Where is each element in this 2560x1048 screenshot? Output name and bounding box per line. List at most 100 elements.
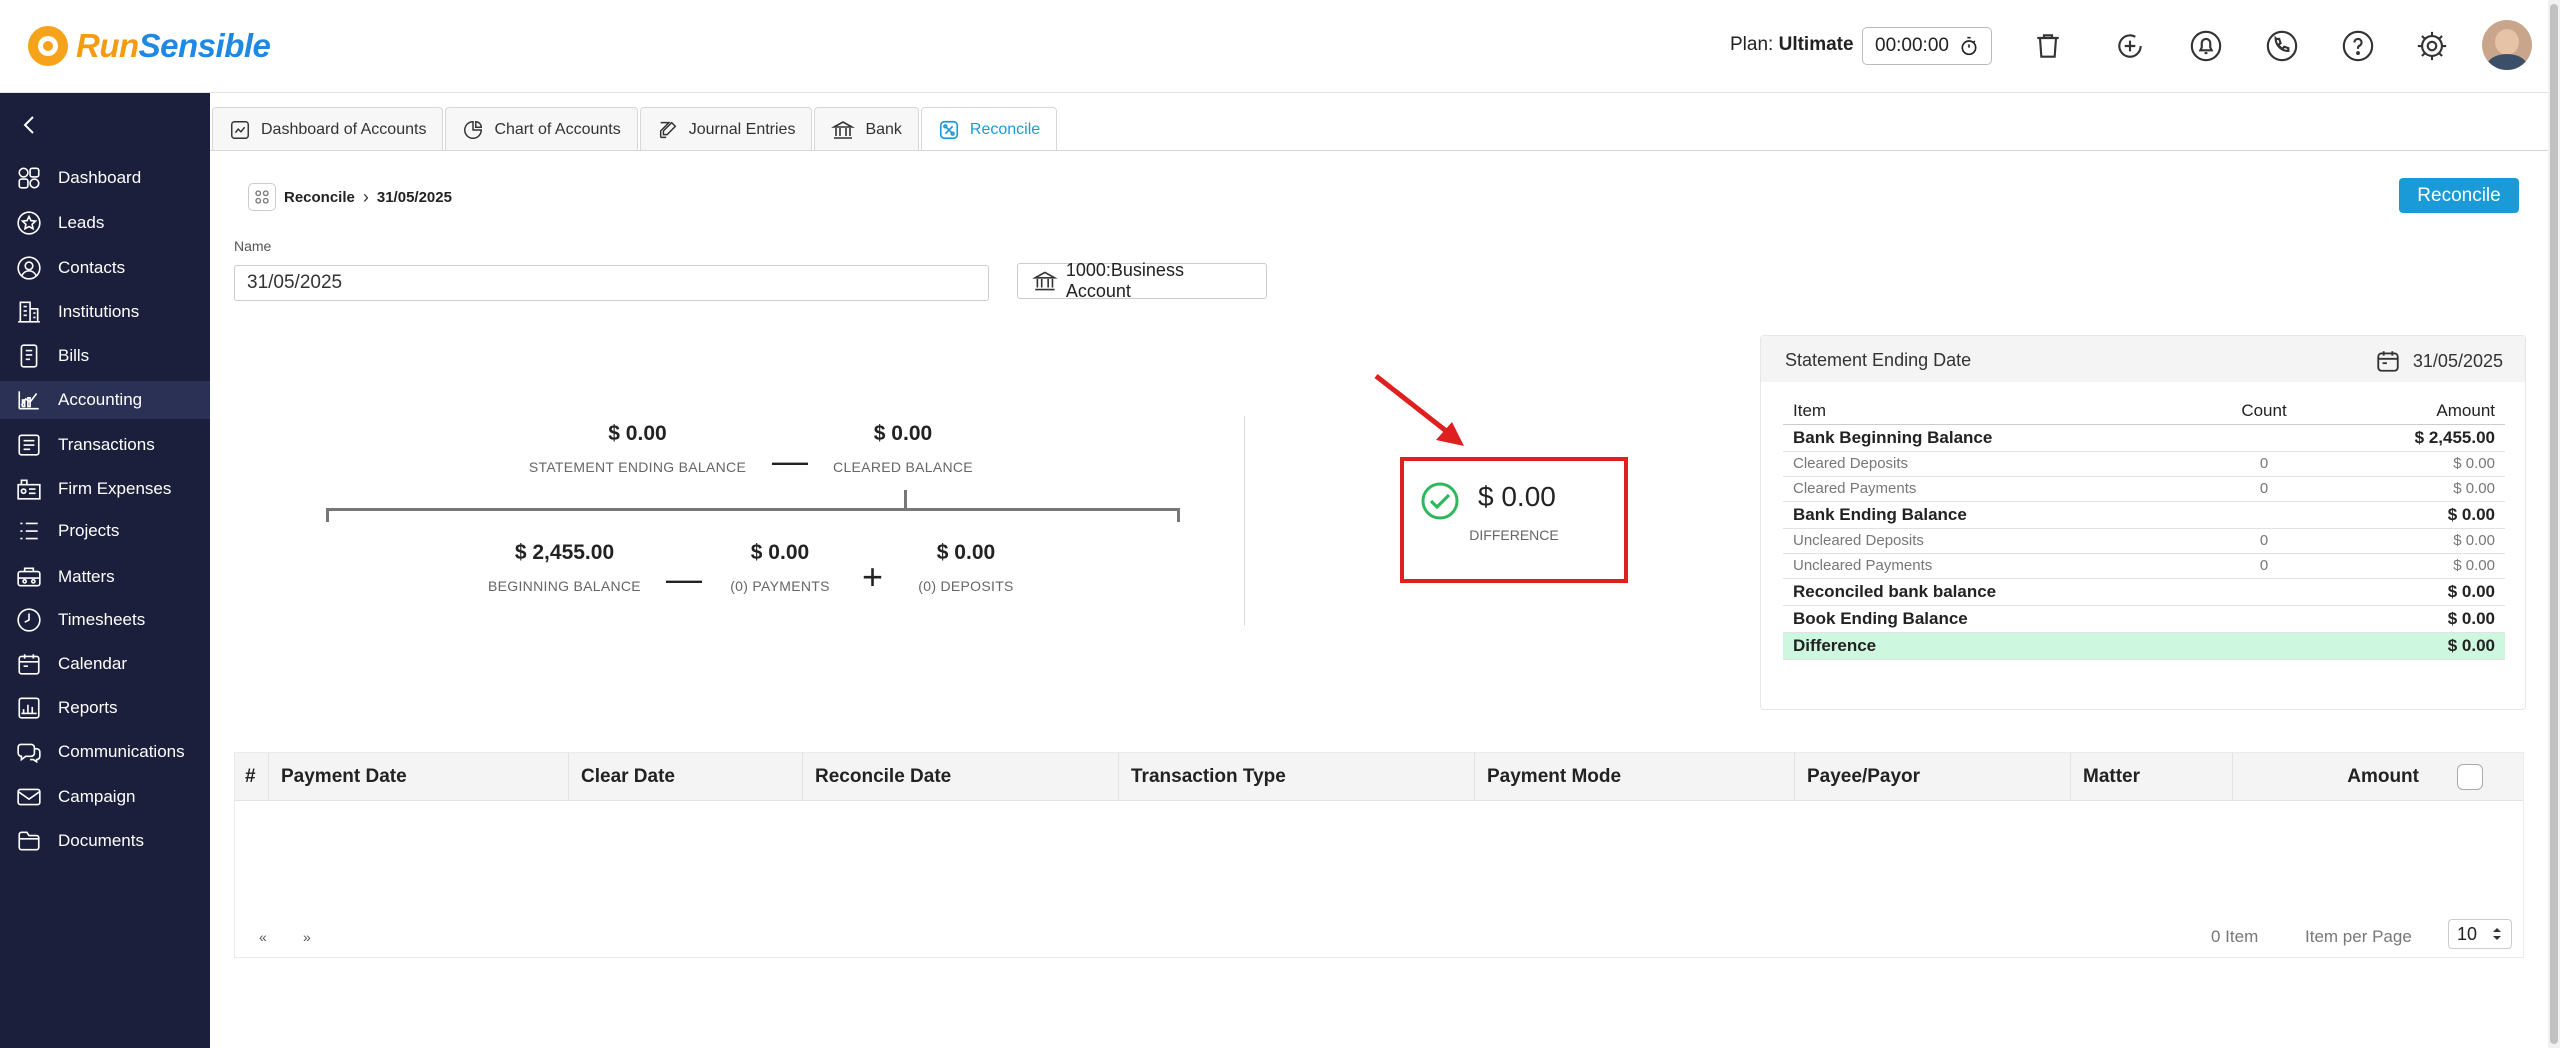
statement-row: Cleared Deposits 0 $ 0.00 (1783, 451, 2505, 477)
sidebar-item-label: Bills (58, 346, 90, 365)
items-per-page-label: Item per Page (2305, 927, 2412, 946)
col-clear-date[interactable]: Clear Date (569, 753, 803, 801)
statement-amount: $ 0.00 (2325, 605, 2505, 633)
select-all-checkbox[interactable] (2457, 764, 2483, 790)
tab-chart-of-accounts[interactable]: Chart of Accounts (445, 107, 638, 151)
star-icon (0, 204, 58, 242)
col-amount: Amount (2325, 398, 2505, 425)
stopwatch-icon (1961, 36, 1977, 56)
payments-label: (0) PAYMENTS (730, 578, 830, 594)
communications-icon (0, 733, 58, 771)
statement-amount: $ 0.00 (2325, 578, 2505, 606)
mail-icon (0, 778, 58, 816)
tab-label: Reconcile (969, 120, 1041, 138)
collapse-sidebar-icon[interactable] (18, 113, 42, 137)
statement-amount: $ 0.00 (2325, 553, 2505, 579)
sidebar-item-reports[interactable]: Reports (0, 689, 210, 727)
sidebar-item-leads[interactable]: Leads (0, 204, 210, 242)
statement-count (2203, 578, 2325, 606)
page-scrollbar-thumb[interactable] (2550, 4, 2558, 1044)
reconcile-button[interactable]: Reconcile (2399, 178, 2519, 213)
sidebar-item-timesheets[interactable]: Timesheets (0, 601, 210, 639)
minus-operator: — (772, 440, 808, 481)
tab-dashboard-of-accounts[interactable]: Dashboard of Accounts (212, 107, 444, 151)
statement-count (2203, 424, 2325, 452)
statement-panel: Statement Ending Date 31/05/2025 Item Co… (1760, 335, 2526, 710)
col-matter[interactable]: Matter (2071, 753, 2233, 801)
statement-item: Difference (1783, 632, 2203, 660)
col-payment-date[interactable]: Payment Date (269, 753, 569, 801)
statement-item: Bank Ending Balance (1783, 501, 2203, 529)
sidebar-item-communications[interactable]: Communications (0, 733, 210, 771)
transactions-table-header: # Payment Date Clear Date Reconcile Date… (235, 753, 2523, 801)
tab-journal-entries[interactable]: Journal Entries (639, 107, 813, 151)
tab-reconcile[interactable]: Reconcile (920, 107, 1058, 151)
sidebar-item-label: Communications (58, 742, 185, 761)
check-circle-icon (1421, 482, 1459, 520)
chart-line-icon (231, 120, 249, 139)
statement-row: Uncleared Payments 0 $ 0.00 (1783, 553, 2505, 579)
timer[interactable]: 00:00:00 (1862, 27, 1992, 65)
firm-expenses-icon (0, 470, 58, 508)
matters-icon (0, 558, 58, 596)
col-transaction-type[interactable]: Transaction Type (1119, 753, 1475, 801)
sidebar-item-documents[interactable]: Documents (0, 822, 210, 860)
statement-ending-date-label: Statement Ending Date (1785, 350, 1972, 370)
accounting-tabs: Dashboard of Accounts Chart of Accounts … (212, 107, 1059, 151)
sidebar-item-accounting[interactable]: Accounting (0, 381, 210, 419)
account-name: 1000:Business Account (1065, 260, 1184, 301)
plan-value: Ultimate (1778, 34, 1854, 55)
name-input[interactable] (234, 265, 989, 301)
help-icon[interactable] (2338, 26, 2378, 66)
logo[interactable]: RunSensible (28, 24, 271, 68)
tabs-divider (210, 150, 2550, 151)
sidebar-item-bills[interactable]: Bills (0, 337, 210, 375)
accounting-icon (0, 381, 58, 419)
cleared-balance-value: $ 0.00 (873, 422, 933, 445)
col-amount[interactable]: Amount (2233, 753, 2433, 801)
breadcrumb-root[interactable]: Reconcile (284, 189, 355, 206)
sidebar-item-calendar[interactable]: Calendar (0, 645, 210, 683)
statement-count (2203, 632, 2325, 660)
statement-table: Item Count Amount Bank Beginning Balance… (1783, 398, 2505, 660)
statement-ending-balance-label: STATEMENT ENDING BALANCE (528, 459, 747, 475)
col-payee-payor[interactable]: Payee/Payor (1795, 753, 2071, 801)
sidebar-item-firm-expenses[interactable]: Firm Expenses (0, 470, 210, 508)
items-per-page-select[interactable]: 10 (2448, 919, 2512, 949)
sidebar-item-label: Dashboard (58, 168, 142, 187)
statement-date-picker[interactable]: 31/05/2025 (2375, 348, 2503, 374)
pie-chart-icon (464, 120, 483, 139)
sort-arrows-icon (2493, 928, 2501, 940)
col-payment-mode[interactable]: Payment Mode (1475, 753, 1795, 801)
bill-icon (0, 337, 58, 375)
tab-bank[interactable]: Bank (814, 107, 919, 151)
folder-icon (0, 822, 58, 860)
add-timer-icon[interactable] (2110, 26, 2150, 66)
avatar[interactable] (2482, 20, 2532, 70)
statement-count: 0 (2203, 528, 2325, 554)
prev-page-button[interactable]: « (259, 929, 267, 945)
statement-count: 0 (2203, 451, 2325, 477)
col-reconcile-date[interactable]: Reconcile Date (803, 753, 1119, 801)
notification-bell-icon[interactable] (2186, 26, 2226, 66)
edit-icon (659, 121, 677, 138)
reports-icon (0, 689, 58, 727)
beginning-balance-label: BEGINNING BALANCE (488, 578, 641, 594)
item-count: 0 Item (2211, 927, 2259, 946)
sidebar-item-matters[interactable]: Matters (0, 558, 210, 596)
trash-icon[interactable] (2028, 26, 2068, 66)
tab-label: Journal Entries (688, 120, 796, 138)
sidebar: Dashboard Leads Contacts Institutions Bills A… (0, 93, 210, 1048)
statement-count: 0 (2203, 553, 2325, 579)
account-selector[interactable]: 1000:Business Account (1017, 260, 1267, 301)
plus-operator: + (862, 556, 884, 597)
sidebar-item-transactions[interactable]: Transactions (0, 426, 210, 464)
sidebar-item-institutions[interactable]: Institutions (0, 293, 210, 331)
sidebar-item-dashboard[interactable]: Dashboard (0, 159, 210, 197)
sidebar-item-campaign[interactable]: Campaign (0, 778, 210, 816)
sidebar-item-contacts[interactable]: Contacts (0, 249, 210, 287)
next-page-button[interactable]: » (303, 929, 311, 945)
phone-icon[interactable] (2262, 26, 2302, 66)
sidebar-item-projects[interactable]: Projects (0, 512, 210, 550)
gear-icon[interactable] (2412, 26, 2452, 66)
